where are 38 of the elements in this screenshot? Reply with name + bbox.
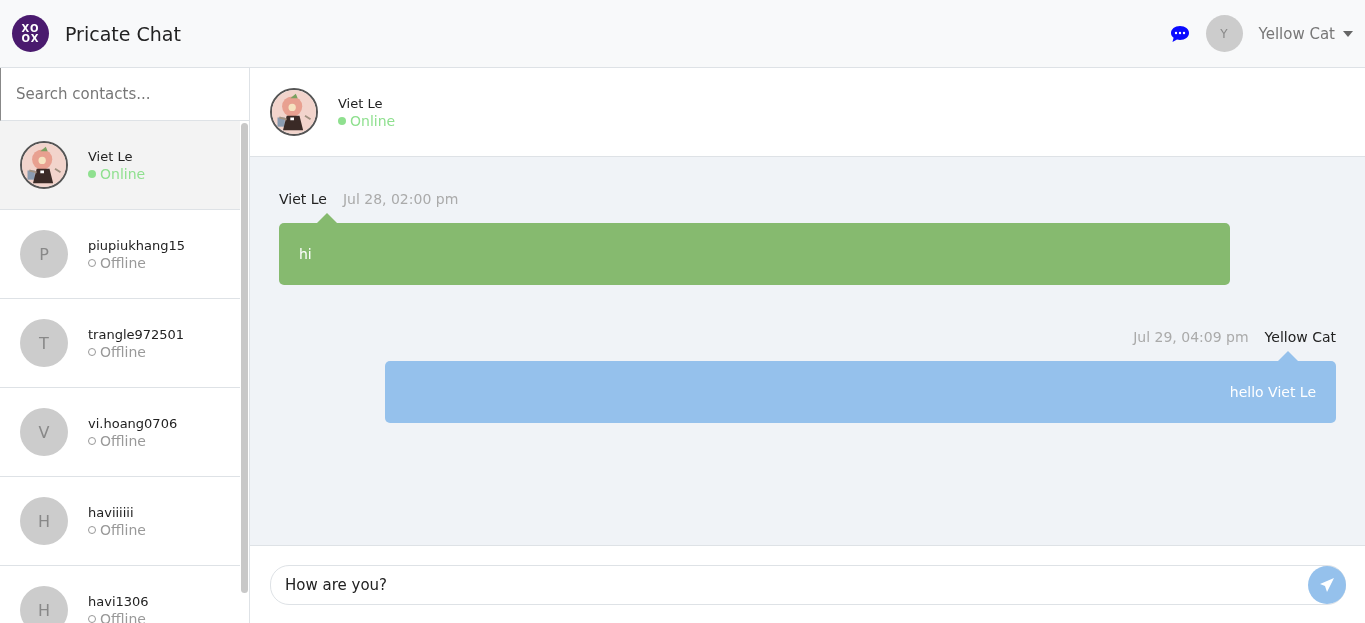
chat-contact-name: Viet Le [338, 95, 384, 111]
message-box[interactable]: How are you? [270, 564, 1346, 605]
message-time: Jul 29, 04:09 pm [1133, 329, 1249, 345]
contact-status: Online [100, 165, 146, 182]
scrollbar[interactable] [241, 123, 248, 593]
user-avatar: Y [1205, 15, 1243, 52]
bubble-tail [1278, 351, 1298, 361]
message-time: Jul 28, 02:00 pm [342, 191, 459, 207]
contact-name: havi1306 [88, 593, 149, 609]
app-title: Pricate Chat [65, 22, 181, 45]
avatar: T [20, 319, 68, 367]
message-sender: Viet Le [279, 191, 327, 207]
contact-name: haviiiiii [88, 504, 135, 520]
send-icon [1319, 576, 1335, 593]
contact-status: Offline [100, 521, 146, 538]
search-field[interactable]: Search contacts... [0, 68, 249, 121]
contact-name: Viet Le [88, 148, 134, 164]
user-menu[interactable]: Yellow Cat [1258, 24, 1353, 43]
chat-bubble-icon[interactable] [1169, 24, 1190, 43]
avatar: H [20, 586, 68, 623]
bubble-tail [317, 213, 337, 223]
avatar: V [20, 408, 68, 456]
contact-name: trangle972501 [88, 326, 185, 342]
contact-status: Offline [100, 610, 146, 623]
chat-contact-status: Online [350, 112, 396, 129]
send-button[interactable] [1308, 565, 1346, 604]
contact-status: Offline [100, 343, 146, 360]
message-sender: Yellow Cat [1264, 329, 1336, 345]
message-field[interactable]: How are you? [283, 574, 1308, 595]
avatar: H [20, 497, 68, 545]
logo: XO OX [12, 15, 49, 52]
avatar: P [20, 230, 68, 278]
contact-item[interactable]: Viet Le Online [0, 121, 240, 210]
caret-icon [1343, 30, 1353, 37]
contact-name: vi.hoang0706 [88, 415, 178, 431]
contact-status: Offline [100, 254, 146, 271]
contact-name: piupiukhang15 [88, 237, 185, 253]
contact-status: Offline [100, 432, 146, 449]
